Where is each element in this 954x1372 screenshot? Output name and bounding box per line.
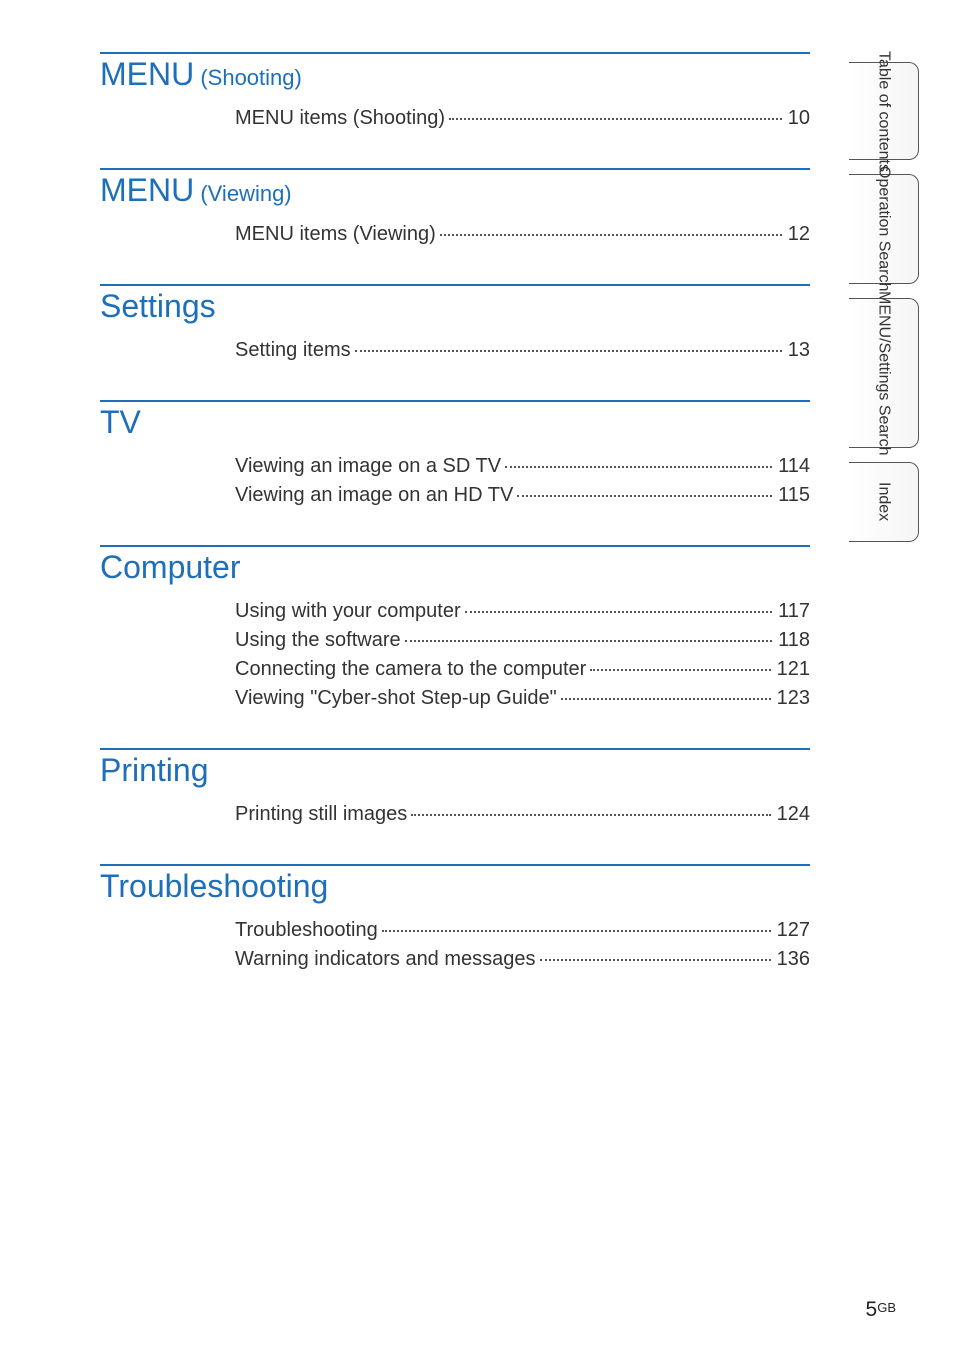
toc-entry-label: Warning indicators and messages: [235, 948, 536, 971]
toc-entry-page: 13: [786, 339, 810, 362]
section-heading-main: Troubleshooting: [100, 868, 328, 904]
toc-entries: MENU items (Shooting) 10: [100, 107, 810, 130]
toc-entry-page: 10: [786, 107, 810, 130]
section-rule: [100, 284, 810, 286]
sidebar-tab-label: Operation Search: [874, 166, 892, 291]
toc-section: Settings Setting items 13: [100, 284, 810, 362]
toc-section: TVViewing an image on a SD TV114Viewing …: [100, 400, 810, 507]
section-heading-main: Settings: [100, 288, 216, 324]
toc-entry-label: MENU items (Viewing): [235, 223, 436, 246]
section-rule: [100, 748, 810, 750]
toc-entries: Using with your computer 117 Using the sof…: [100, 600, 810, 710]
sidebar-tab[interactable]: Index: [849, 462, 919, 542]
toc-dot-leader: [355, 350, 782, 352]
section-rule: [100, 400, 810, 402]
toc-section: Troubleshooting Troubleshooting 127 Warning…: [100, 864, 810, 971]
toc-entry-label: Viewing an image on an HD TV: [235, 484, 513, 507]
toc-dot-leader: [449, 118, 782, 120]
toc-dot-leader: [590, 669, 770, 671]
section-heading[interactable]: Troubleshooting: [100, 868, 810, 905]
toc-entry-label: Connecting the camera to the computer: [235, 658, 586, 681]
section-heading[interactable]: Settings: [100, 288, 810, 325]
toc-entry-label: Troubleshooting: [235, 919, 378, 942]
toc-entry-page: 12: [786, 223, 810, 246]
toc-dot-leader: [561, 698, 771, 700]
toc-entry[interactable]: MENU items (Shooting) 10: [235, 107, 810, 130]
toc-entries: Viewing an image on a SD TV114Viewing an…: [100, 455, 810, 507]
toc-entries: Troubleshooting 127 Warning indicators and…: [100, 919, 810, 971]
sidebar-tab-label: Index: [874, 482, 892, 521]
toc-dot-leader: [382, 930, 771, 932]
toc-entry-page: 136: [775, 948, 810, 971]
page-number: 5: [866, 1298, 878, 1321]
section-heading[interactable]: MENU (Viewing): [100, 172, 810, 209]
toc-entry[interactable]: Troubleshooting 127: [235, 919, 810, 942]
toc-entry[interactable]: MENU items (Viewing) 12: [235, 223, 810, 246]
sidebar-tab[interactable]: Operation Search: [849, 174, 919, 284]
toc-dot-leader: [505, 466, 772, 468]
section-heading[interactable]: Computer: [100, 549, 810, 586]
section-heading-main: Computer: [100, 549, 241, 585]
sidebar-tab-label: Table of contents: [874, 51, 892, 172]
toc-entry-page: 127: [775, 919, 810, 942]
toc-section: MENU (Viewing) MENU items (Viewing) 12: [100, 168, 810, 246]
toc-entries: MENU items (Viewing) 12: [100, 223, 810, 246]
toc-entry-label: Setting items: [235, 339, 351, 362]
toc-entry[interactable]: Viewing "Cyber-shot Step-up Guide" 123: [235, 687, 810, 710]
section-heading[interactable]: MENU (Shooting): [100, 56, 810, 93]
section-rule: [100, 545, 810, 547]
toc-entry[interactable]: Viewing an image on an HD TV 115: [235, 484, 810, 507]
toc-entry[interactable]: Viewing an image on a SD TV 114: [235, 455, 810, 478]
section-heading-main: MENU: [100, 172, 194, 208]
toc-entry-label: Printing still images: [235, 803, 407, 826]
section-heading-sub: (Viewing): [194, 181, 291, 206]
toc-entry-page: 114: [776, 455, 810, 478]
toc-entry[interactable]: Using with your computer 117: [235, 600, 810, 623]
toc-entry[interactable]: Using the software 118: [235, 629, 810, 652]
toc-entry-page: 118: [776, 629, 810, 652]
sidebar-tab[interactable]: Table of contents: [849, 62, 919, 160]
section-rule: [100, 864, 810, 866]
sidebar-tab[interactable]: MENU/Settings Search: [849, 298, 919, 448]
section-heading[interactable]: TV: [100, 404, 810, 441]
page-footer: 5GB: [866, 1298, 896, 1322]
toc-entry-label: Viewing an image on a SD TV: [235, 455, 501, 478]
section-heading-main: MENU: [100, 56, 194, 92]
toc-section: ComputerUsing with your computer117Using…: [100, 545, 810, 710]
toc-dot-leader: [465, 611, 772, 613]
sidebar-tab-label: MENU/Settings Search: [874, 291, 892, 456]
toc-entry[interactable]: Setting items 13: [235, 339, 810, 362]
toc-entry[interactable]: Printing still images 124: [235, 803, 810, 826]
toc-dot-leader: [517, 495, 772, 497]
toc-entry-page: 115: [776, 484, 810, 507]
toc-entries: Setting items 13: [100, 339, 810, 362]
section-heading[interactable]: Printing: [100, 752, 810, 789]
section-heading-main: Printing: [100, 752, 209, 788]
toc-entries: Printing still images 124: [100, 803, 810, 826]
toc-entry-label: MENU items (Shooting): [235, 107, 445, 130]
toc-dot-leader: [440, 234, 782, 236]
section-rule: [100, 168, 810, 170]
toc-entry-label: Using with your computer: [235, 600, 461, 623]
toc-section: Printing Printing still images 124: [100, 748, 810, 826]
toc-entry-page: 123: [775, 687, 810, 710]
region-code: GB: [877, 1300, 896, 1315]
toc-entry[interactable]: Warning indicators and messages 136: [235, 948, 810, 971]
toc-entry-label: Viewing "Cyber-shot Step-up Guide": [235, 687, 557, 710]
toc-dot-leader: [540, 959, 771, 961]
section-rule: [100, 52, 810, 54]
section-heading-sub: (Shooting): [194, 65, 302, 90]
toc-entry-page: 117: [776, 600, 810, 623]
toc-entry-page: 121: [775, 658, 810, 681]
toc-section: MENU (Shooting) MENU items (Shooting) 10: [100, 52, 810, 130]
toc-entry-label: Using the software: [235, 629, 401, 652]
toc-entry[interactable]: Connecting the camera to the computer 121: [235, 658, 810, 681]
section-heading-main: TV: [100, 404, 141, 440]
toc-dot-leader: [411, 814, 770, 816]
toc-dot-leader: [405, 640, 772, 642]
toc-entry-page: 124: [775, 803, 810, 826]
